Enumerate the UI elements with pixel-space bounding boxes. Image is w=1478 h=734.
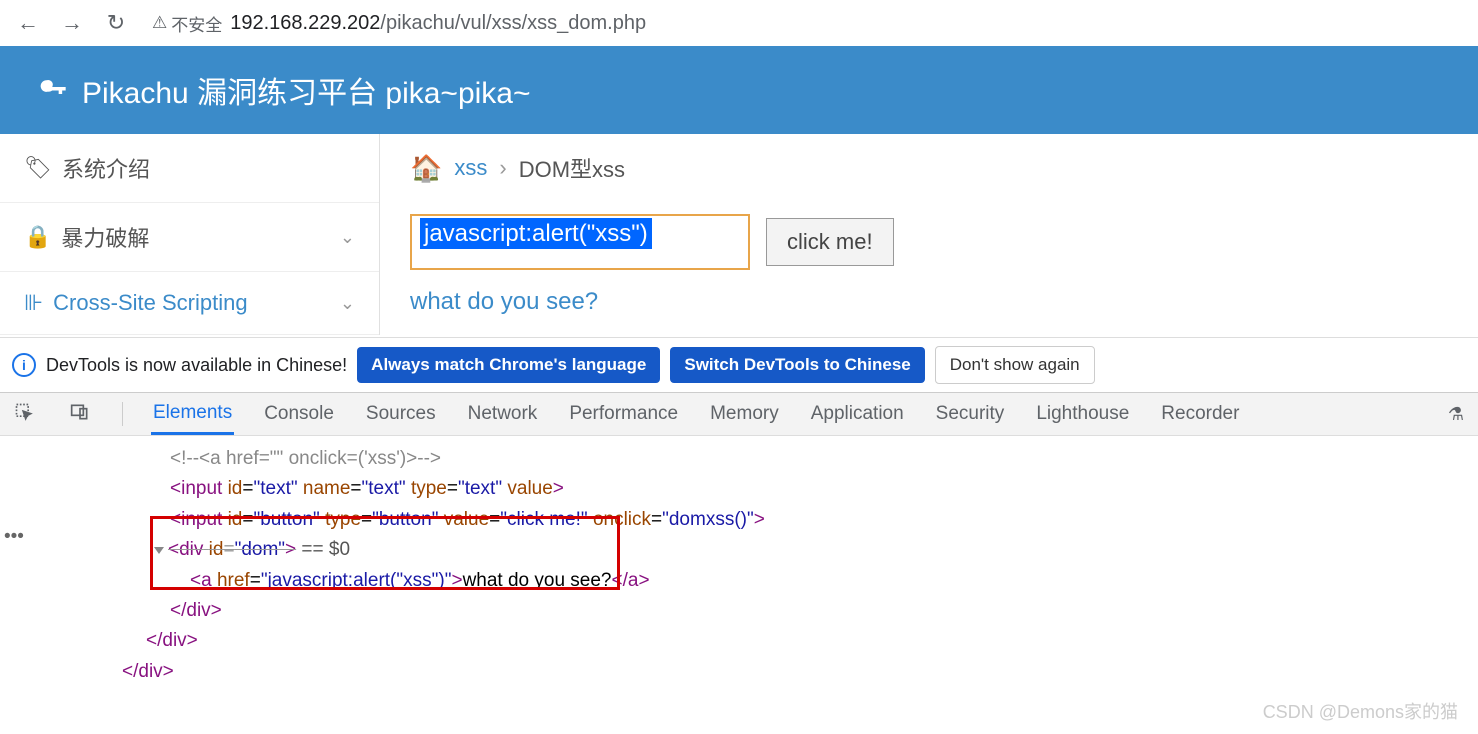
sidebar-item-xss[interactable]: ⊪Cross-Site Scripting ⌄ — [0, 272, 379, 335]
xss-input[interactable]: javascript:alert("xss") — [410, 214, 750, 270]
tab-performance[interactable]: Performance — [567, 395, 680, 433]
always-match-button[interactable]: Always match Chrome's language — [357, 347, 660, 383]
tab-network[interactable]: Network — [466, 395, 540, 433]
flask-icon[interactable]: ⚗ — [1444, 404, 1468, 425]
breadcrumb: 🏠 xss › DOM型xss — [410, 152, 1448, 184]
key-icon — [40, 73, 68, 108]
dont-show-button[interactable]: Don't show again — [935, 346, 1095, 384]
tab-security[interactable]: Security — [934, 395, 1007, 433]
tab-lighthouse[interactable]: Lighthouse — [1034, 395, 1131, 433]
tab-memory[interactable]: Memory — [708, 395, 781, 433]
src-line[interactable]: <input id="button" type="button" value="… — [170, 505, 1458, 535]
tab-sources[interactable]: Sources — [364, 395, 438, 433]
tab-elements[interactable]: Elements — [151, 394, 234, 435]
chevron-down-icon: ⌄ — [340, 293, 355, 314]
devtools-language-bar: i DevTools is now available in Chinese! … — [0, 337, 1478, 392]
url-text: 192.168.229.202/pikachu/vul/xss/xss_dom.… — [230, 12, 646, 35]
devtools-tabs: Elements Console Sources Network Perform… — [0, 392, 1478, 436]
notif-text: DevTools is now available in Chinese! — [46, 355, 347, 376]
address-bar[interactable]: ⚠不安全 192.168.229.202/pikachu/vul/xss/xss… — [142, 11, 1468, 36]
sidebar-item-bruteforce[interactable]: 🔒暴力破解 ⌄ — [0, 203, 379, 272]
src-line[interactable]: <div id="dom"> == $0 — [154, 535, 1458, 565]
ellipsis-icon[interactable]: ••• — [4, 522, 24, 552]
page-title: Pikachu 漏洞练习平台 pika~pika~ — [82, 68, 531, 112]
lock-icon: 🔒 — [24, 224, 51, 250]
src-line[interactable]: </div> — [170, 596, 1458, 626]
chevron-down-icon: ⌄ — [340, 227, 355, 248]
src-line[interactable]: <!--<a href="" onclick=('xss')>--> — [170, 444, 1458, 474]
breadcrumb-xss[interactable]: xss — [454, 155, 487, 181]
src-line[interactable]: </div> — [122, 657, 1458, 687]
info-icon: i — [12, 353, 36, 377]
reload-button[interactable]: ↻ — [98, 5, 134, 41]
tab-application[interactable]: Application — [809, 395, 906, 433]
watermark: CSDN @Demons家的猫 — [1263, 698, 1458, 724]
browser-toolbar: ← → ↻ ⚠不安全 192.168.229.202/pikachu/vul/x… — [0, 0, 1478, 46]
elements-source[interactable]: ••• <!--<a href="" onclick=('xss')>--> <… — [0, 436, 1478, 695]
click-me-button[interactable]: click me! — [766, 218, 894, 266]
tab-console[interactable]: Console — [262, 395, 336, 433]
device-icon[interactable] — [66, 402, 94, 427]
breadcrumb-current: DOM型xss — [519, 152, 625, 184]
switch-chinese-button[interactable]: Switch DevTools to Chinese — [670, 347, 924, 383]
result-link[interactable]: what do you see? — [410, 288, 598, 315]
src-line[interactable]: </div> — [146, 626, 1458, 656]
src-line[interactable]: <a href="javascript:alert("xss")">what d… — [170, 566, 1458, 596]
inspect-icon[interactable] — [10, 402, 38, 427]
home-icon[interactable]: 🏠 — [410, 153, 442, 184]
src-line[interactable]: <input id="text" name="text" type="text"… — [170, 474, 1458, 504]
content-area: 🏠 xss › DOM型xss javascript:alert("xss") … — [380, 134, 1478, 335]
insecure-icon: ⚠不安全 — [152, 11, 222, 36]
sidebar: 🏷系统介绍 🔒暴力破解 ⌄ ⊪Cross-Site Scripting ⌄ — [0, 134, 380, 335]
page-header: Pikachu 漏洞练习平台 pika~pika~ — [0, 46, 1478, 134]
bars-icon: ⊪ — [24, 290, 43, 316]
back-button[interactable]: ← — [10, 5, 46, 41]
tab-recorder[interactable]: Recorder — [1159, 395, 1241, 433]
sidebar-item-intro[interactable]: 🏷系统介绍 — [0, 134, 379, 203]
forward-button[interactable]: → — [54, 5, 90, 41]
tag-icon: 🏷 — [24, 155, 52, 181]
